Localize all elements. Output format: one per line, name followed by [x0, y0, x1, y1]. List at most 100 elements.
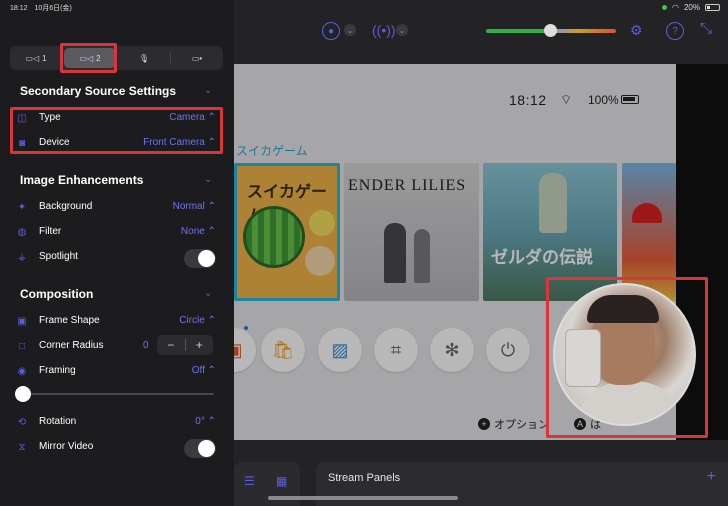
frame-shape-icon: ▣ — [17, 315, 27, 327]
audio-level-knob[interactable] — [544, 24, 557, 37]
record-icon[interactable]: ● — [322, 22, 340, 40]
screen-icon: ▭• — [191, 53, 203, 63]
settings-icon[interactable]: ✻ — [430, 328, 474, 372]
status-bar-right: ◠ 20% — [662, 3, 720, 12]
framing-label: Framing — [39, 365, 76, 376]
switch-selected-game-title: スイカゲーム — [236, 144, 308, 158]
mirror-row: ⧖ Mirror Video — [0, 436, 234, 460]
person-frame-icon: ◉ — [17, 365, 27, 377]
switch-time: 18:12 — [509, 92, 547, 108]
filter-row[interactable]: ◍ Filter None ⌃ — [0, 221, 234, 245]
wifi-icon: ◠ — [672, 3, 679, 12]
filter-value[interactable]: None ⌃ — [181, 226, 216, 237]
corner-radius-icon: □ — [18, 340, 26, 352]
chevron-down-icon[interactable]: ⌄ — [204, 174, 212, 185]
tab-microphone[interactable]: 🎙 — [118, 46, 170, 70]
spotlight-icon: ⚶ — [17, 251, 27, 263]
chevron-down-icon[interactable]: ⌄ — [204, 288, 212, 299]
sparkle-icon: ✦ — [17, 201, 27, 213]
frame-shape-row[interactable]: ▣ Frame Shape Circle ⌃ — [0, 310, 234, 334]
background-value[interactable]: Normal ⌃ — [173, 201, 216, 212]
news-icon[interactable]: ▣ — [234, 328, 256, 372]
help-icon[interactable]: ? — [666, 22, 684, 40]
character-art — [539, 173, 567, 233]
switch-wifi-icon: ⌔ — [560, 92, 573, 107]
game-tile-label: ENDER LILIES — [348, 177, 467, 194]
corner-radius-value: 0 — [143, 340, 149, 351]
mirror-label: Mirror Video — [39, 441, 94, 452]
add-panel-button[interactable]: + — [707, 468, 716, 486]
game-tile-suika[interactable]: スイカゲーム — [234, 163, 340, 301]
battery-icon — [705, 4, 720, 11]
bottom-panel: ☰ ▦ Stream Panels + — [234, 458, 728, 506]
settings-sidebar: 18:12 10月6日(金) ▭◁ 1 ▭◁ 2 🎙 ▭• Secondary … — [0, 0, 234, 506]
camera-indicator-icon — [662, 5, 667, 10]
chevron-down-icon[interactable]: ⌄ — [396, 24, 408, 36]
increment-button[interactable]: + — [186, 338, 214, 352]
frame-shape-label: Frame Shape — [39, 315, 100, 326]
toolbar: ● ⌄ ((•)) ⌄ ⚙ ? ⤡ — [234, 14, 728, 50]
section-title-image: Image Enhancements — [20, 173, 144, 187]
character-art — [632, 203, 662, 223]
chevron-down-icon[interactable]: ⌄ — [204, 85, 212, 96]
gear-icon[interactable]: ⚙ — [630, 22, 643, 39]
framing-row[interactable]: ◉ Framing Off ⌃ — [0, 360, 234, 384]
stream-panels-label: Stream Panels — [328, 472, 401, 484]
game-tile-ender-lilies[interactable]: ENDER LILIES — [344, 163, 479, 301]
app-window: ◠ 20% ● ⌄ ((•)) ⌄ ⚙ ? ⤡ 18:12 ⌔ 100% スイカ… — [0, 0, 728, 506]
background-row[interactable]: ✦ Background Normal ⌃ — [0, 196, 234, 220]
type-device-highlight — [10, 107, 223, 154]
rotation-label: Rotation — [39, 416, 77, 427]
tab-camera-1[interactable]: ▭◁ 1 — [10, 46, 62, 70]
section-title-composition: Composition — [20, 287, 94, 301]
microphone-icon: 🎙 — [138, 53, 150, 63]
page-indicator-dot — [244, 326, 248, 330]
framing-slider-knob[interactable] — [15, 386, 31, 402]
options-label: オプション — [494, 419, 549, 431]
plus-button-icon: + — [478, 418, 490, 430]
switch-battery-percent: 100% — [588, 93, 619, 107]
mirror-toggle[interactable] — [184, 439, 216, 458]
broadcast-icon[interactable]: ((•)) — [372, 22, 396, 38]
background-label: Background — [39, 201, 93, 212]
spotlight-toggle[interactable] — [184, 249, 216, 268]
rotate-icon: ⟲ — [17, 416, 27, 428]
status-time: 18:12 — [10, 5, 28, 12]
frame-shape-value[interactable]: Circle ⌃ — [179, 315, 216, 326]
framing-value[interactable]: Off ⌃ — [192, 365, 216, 376]
rotation-value[interactable]: 0° ⌃ — [195, 416, 216, 427]
framing-slider-track[interactable] — [20, 393, 214, 395]
collapse-icon[interactable]: ⤡ — [700, 20, 712, 37]
switch-battery-icon — [621, 95, 639, 104]
chevron-down-icon[interactable]: ⌄ — [344, 24, 356, 36]
controllers-icon[interactable]: ⌗ — [374, 328, 418, 372]
battery-percent: 20% — [683, 3, 700, 12]
spotlight-row: ⚶ Spotlight — [0, 246, 234, 270]
home-indicator — [268, 496, 458, 500]
list-icon[interactable]: ☰ — [244, 474, 255, 488]
tab-screen[interactable]: ▭• — [171, 46, 223, 70]
mirror-icon: ⧖ — [18, 441, 26, 453]
rotation-row[interactable]: ⟲ Rotation 0° ⌃ — [0, 411, 234, 435]
camera-overlay-highlight — [546, 277, 708, 438]
filter-icon: ◍ — [17, 226, 27, 238]
album-icon[interactable]: ▨ — [318, 328, 362, 372]
grid-icon[interactable]: ▦ — [276, 474, 287, 488]
power-icon[interactable]: ⏻ — [486, 328, 530, 372]
game-tile-label: ゼルダの伝説 — [491, 248, 593, 267]
decrement-button[interactable]: − — [157, 338, 185, 352]
fruit-icon — [309, 210, 335, 236]
watermelon-icon — [243, 206, 305, 268]
shop-icon[interactable]: 🛍 — [261, 328, 305, 372]
camera-icon: ▭◁ — [25, 53, 40, 63]
filter-label: Filter — [39, 226, 62, 237]
tab-highlight — [60, 43, 117, 73]
status-date: 10月6日(金) — [34, 5, 72, 12]
character-art — [414, 229, 430, 283]
switch-options-hint: + オプション — [478, 416, 549, 432]
spotlight-label: Spotlight — [39, 251, 78, 262]
status-bar-left: 18:12 10月6日(金) — [10, 3, 77, 13]
section-title-secondary: Secondary Source Settings — [20, 84, 177, 98]
tab-label: 1 — [42, 53, 47, 63]
corner-radius-label: Corner Radius — [39, 340, 104, 351]
